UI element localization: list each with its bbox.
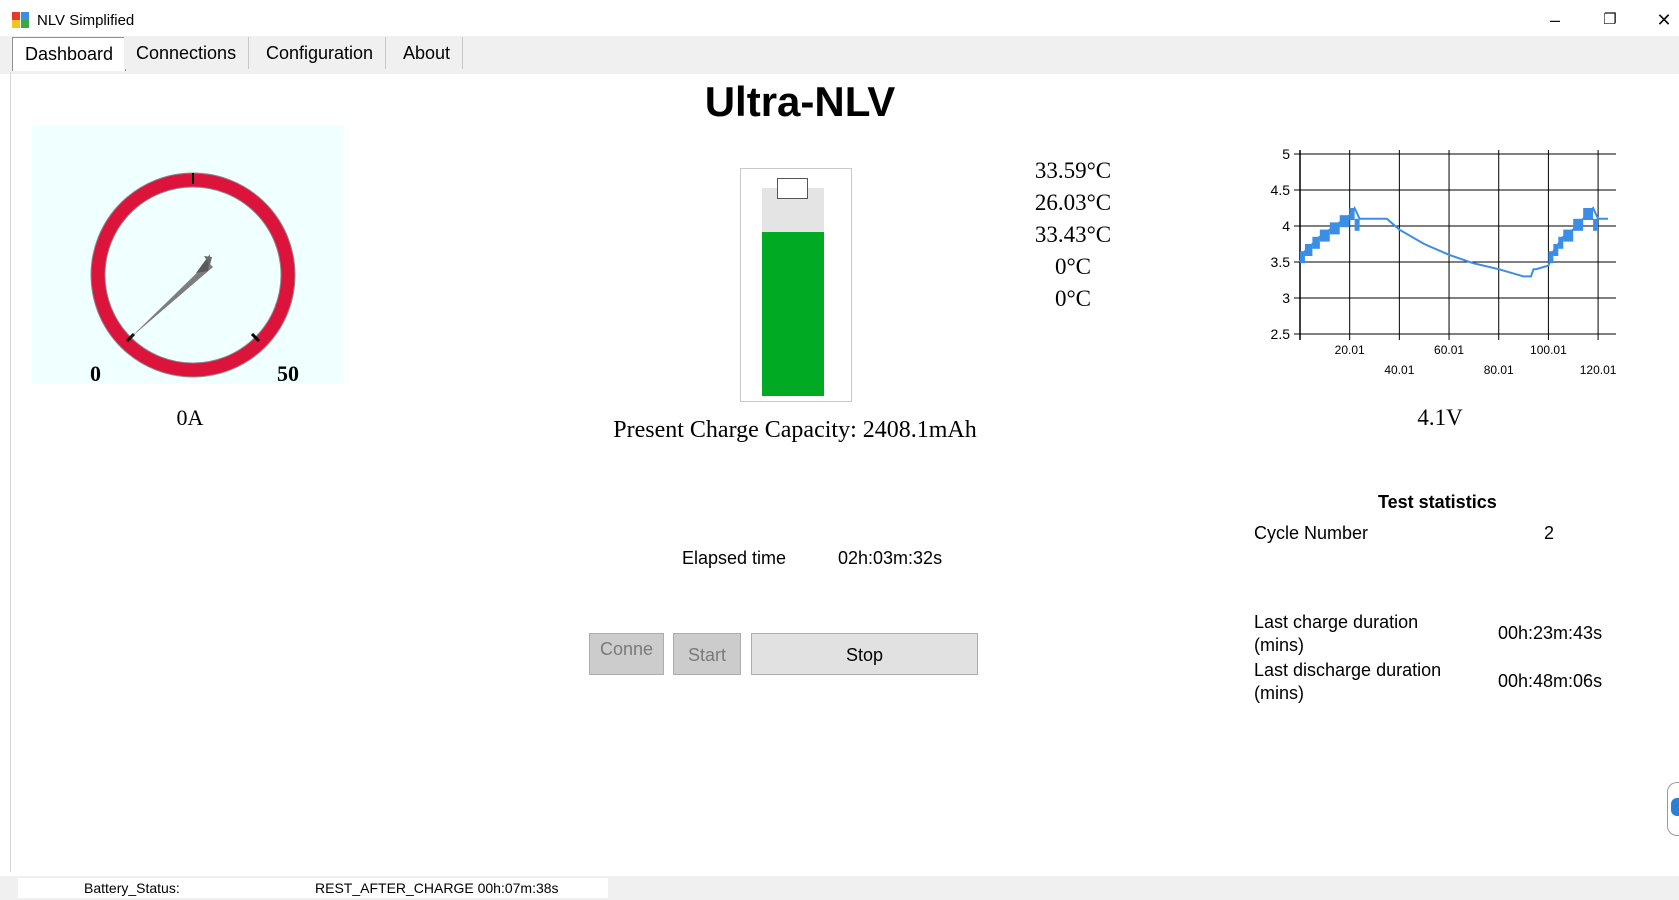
stop-button[interactable]: Stop	[751, 633, 978, 675]
last-charge-label-unit: (mins)	[1254, 635, 1304, 655]
gauge-dial	[90, 172, 296, 378]
last-discharge-label: Last discharge duration	[1254, 660, 1442, 680]
temperature-reading-2: 26.03°C	[1034, 190, 1112, 215]
battery-status-label: Battery_Status:	[84, 880, 180, 896]
restore-button[interactable]: ❐	[1590, 6, 1630, 34]
chart-y-tick-label: 2.5	[1271, 326, 1291, 342]
start-button[interactable]: Start	[673, 633, 741, 675]
last-charge-value: 00h:23m:43s	[1498, 623, 1603, 643]
close-button[interactable]: ✕	[1644, 6, 1679, 34]
tab-configuration[interactable]: Configuration	[254, 37, 387, 69]
chart-x-tick-label: 120.01	[1580, 363, 1617, 377]
connect-button[interactable]: Conne	[589, 633, 664, 675]
temperature-reading-3: 33.43°C	[1034, 222, 1112, 247]
temperature-reading-5: 0°C	[1054, 286, 1092, 311]
voltage-reading: 4.1V	[1417, 405, 1463, 430]
minimize-button[interactable]: –	[1535, 6, 1575, 34]
last-charge-label: Last charge duration	[1254, 612, 1419, 632]
chart-x-tick-label: 40.01	[1384, 363, 1414, 377]
cycle-number-label: Cycle Number	[1254, 523, 1369, 543]
chart-charge-step	[1354, 218, 1360, 231]
page-title: Ultra-NLV	[704, 78, 896, 125]
window-title: NLV Simplified	[37, 12, 135, 29]
elapsed-time-label: Elapsed time	[682, 548, 787, 568]
chart-x-tick-label: 60.01	[1434, 343, 1464, 357]
cycle-number-value: 2	[1544, 523, 1555, 543]
title-bar	[0, 0, 1679, 40]
battery-cap	[777, 178, 808, 199]
chart-x-tick-label: 20.01	[1335, 343, 1365, 357]
gauge-needle	[129, 262, 213, 339]
tab-dashboard[interactable]: Dashboard	[12, 37, 127, 71]
chart-y-tick-label: 5	[1282, 146, 1290, 162]
elapsed-time-value: 02h:03m:32s	[838, 548, 943, 568]
chart-y-tick-label: 3	[1282, 290, 1290, 306]
tab-strip	[0, 36, 1679, 74]
chart-charge-step	[1593, 218, 1599, 231]
gauge-ring	[91, 173, 295, 377]
chart-x-tick-label: 80.01	[1484, 363, 1514, 377]
test-statistics-title: Test statistics	[1378, 492, 1497, 512]
chart-y-tick-label: 3.5	[1271, 254, 1291, 270]
battery-status-value: REST_AFTER_CHARGE 00h:07m:38s	[315, 880, 559, 896]
voltage-chart: 5 4.5 4 3.5 3 2.5 20.01 60.01 100.01 40.01 80.01 12…	[1271, 146, 1617, 377]
charge-capacity-text: Present Charge Capacity: 2408.1mAh	[613, 417, 977, 443]
chart-y-tick-label: 4	[1282, 218, 1290, 234]
chart-x-tick-label: 100.01	[1530, 343, 1567, 357]
gauge-max-label: 50	[277, 361, 299, 386]
current-reading: 0A	[176, 405, 204, 430]
last-discharge-value: 00h:48m:06s	[1498, 671, 1603, 691]
tab-about[interactable]: About	[391, 37, 464, 69]
gauge-min-label: 0	[90, 361, 101, 386]
temperature-reading-1: 33.59°C	[1034, 158, 1112, 183]
last-discharge-label-unit: (mins)	[1254, 683, 1304, 703]
temperature-reading-4: 0°C	[1054, 254, 1092, 279]
app-icon	[12, 12, 29, 28]
chart-y-tick-label: 4.5	[1271, 182, 1291, 198]
side-panel-icon	[1671, 798, 1679, 816]
tab-connections[interactable]: Connections	[124, 37, 250, 69]
battery-level-fill	[762, 232, 824, 396]
